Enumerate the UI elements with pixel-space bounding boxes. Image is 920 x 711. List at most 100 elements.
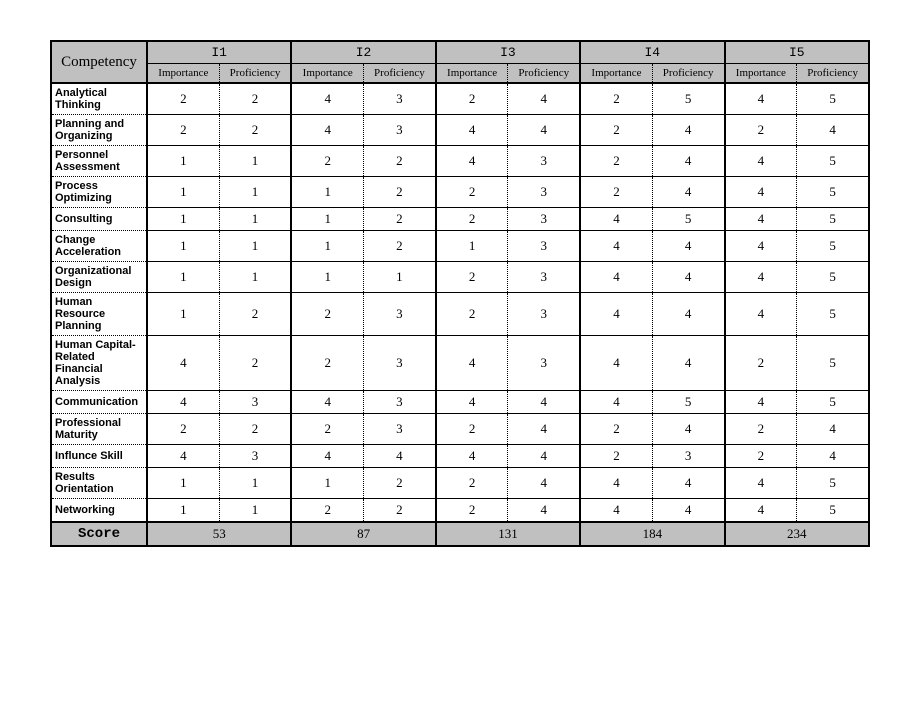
cell-value: 2 bbox=[725, 414, 797, 445]
header-i3-prof: Proficiency bbox=[508, 64, 580, 84]
table-row: Change Acceleration1112134445 bbox=[51, 231, 869, 262]
cell-value: 3 bbox=[364, 83, 436, 115]
cell-value: 2 bbox=[364, 468, 436, 499]
cell-value: 2 bbox=[364, 499, 436, 523]
competency-name: Communication bbox=[51, 391, 147, 414]
cell-value: 2 bbox=[219, 115, 291, 146]
cell-value: 4 bbox=[508, 391, 580, 414]
cell-value: 1 bbox=[291, 468, 363, 499]
table-row: Human Resource Planning1223234445 bbox=[51, 293, 869, 336]
cell-value: 4 bbox=[580, 499, 652, 523]
cell-value: 2 bbox=[364, 177, 436, 208]
cell-value: 2 bbox=[364, 208, 436, 231]
cell-value: 1 bbox=[219, 231, 291, 262]
cell-value: 1 bbox=[219, 468, 291, 499]
cell-value: 4 bbox=[797, 414, 869, 445]
header-i2-prof: Proficiency bbox=[364, 64, 436, 84]
cell-value: 2 bbox=[436, 414, 508, 445]
competency-name: Professional Maturity bbox=[51, 414, 147, 445]
cell-value: 4 bbox=[508, 499, 580, 523]
cell-value: 3 bbox=[508, 262, 580, 293]
cell-value: 1 bbox=[147, 293, 219, 336]
cell-value: 1 bbox=[219, 146, 291, 177]
cell-value: 3 bbox=[364, 336, 436, 391]
competency-name: Networking bbox=[51, 499, 147, 523]
cell-value: 4 bbox=[291, 445, 363, 468]
cell-value: 4 bbox=[652, 293, 724, 336]
score-i1: 53 bbox=[147, 522, 291, 546]
cell-value: 4 bbox=[725, 208, 797, 231]
cell-value: 3 bbox=[508, 336, 580, 391]
competency-name: Influnce Skill bbox=[51, 445, 147, 468]
cell-value: 1 bbox=[291, 208, 363, 231]
table-row: Planning and Organizing2243442424 bbox=[51, 115, 869, 146]
cell-value: 2 bbox=[364, 231, 436, 262]
table-row: Results Orientation1112244445 bbox=[51, 468, 869, 499]
cell-value: 4 bbox=[147, 391, 219, 414]
cell-value: 5 bbox=[797, 391, 869, 414]
cell-value: 3 bbox=[364, 391, 436, 414]
table-row: Organizational Design1111234445 bbox=[51, 262, 869, 293]
cell-value: 4 bbox=[508, 115, 580, 146]
cell-value: 4 bbox=[508, 83, 580, 115]
cell-value: 2 bbox=[219, 293, 291, 336]
score-i3: 131 bbox=[436, 522, 580, 546]
header-i5-prof: Proficiency bbox=[797, 64, 869, 84]
cell-value: 3 bbox=[364, 293, 436, 336]
cell-value: 2 bbox=[219, 83, 291, 115]
table-header: Competency I1 I2 I3 I4 I5 Importance Pro… bbox=[51, 41, 869, 83]
cell-value: 3 bbox=[508, 293, 580, 336]
cell-value: 2 bbox=[364, 146, 436, 177]
cell-value: 4 bbox=[436, 445, 508, 468]
competency-name: Results Orientation bbox=[51, 468, 147, 499]
cell-value: 5 bbox=[652, 208, 724, 231]
table-row: Consulting1112234545 bbox=[51, 208, 869, 231]
score-i2: 87 bbox=[291, 522, 435, 546]
cell-value: 2 bbox=[291, 414, 363, 445]
cell-value: 2 bbox=[580, 445, 652, 468]
cell-value: 4 bbox=[652, 262, 724, 293]
cell-value: 4 bbox=[508, 445, 580, 468]
cell-value: 3 bbox=[652, 445, 724, 468]
cell-value: 1 bbox=[147, 262, 219, 293]
table-row: Communication4343444545 bbox=[51, 391, 869, 414]
cell-value: 1 bbox=[219, 499, 291, 523]
table-body: Analytical Thinking2243242545Planning an… bbox=[51, 83, 869, 522]
cell-value: 1 bbox=[364, 262, 436, 293]
competency-table: Competency I1 I2 I3 I4 I5 Importance Pro… bbox=[50, 40, 870, 547]
cell-value: 2 bbox=[291, 293, 363, 336]
cell-value: 4 bbox=[580, 231, 652, 262]
cell-value: 5 bbox=[652, 83, 724, 115]
cell-value: 3 bbox=[364, 115, 436, 146]
cell-value: 4 bbox=[436, 115, 508, 146]
cell-value: 4 bbox=[436, 146, 508, 177]
competency-name: Process Optimizing bbox=[51, 177, 147, 208]
cell-value: 2 bbox=[725, 336, 797, 391]
cell-value: 2 bbox=[291, 499, 363, 523]
header-group-i3: I3 bbox=[436, 41, 580, 64]
cell-value: 1 bbox=[219, 208, 291, 231]
cell-value: 4 bbox=[725, 391, 797, 414]
header-i4-prof: Proficiency bbox=[652, 64, 724, 84]
cell-value: 2 bbox=[436, 499, 508, 523]
header-group-i2: I2 bbox=[291, 41, 435, 64]
cell-value: 2 bbox=[147, 414, 219, 445]
cell-value: 4 bbox=[508, 414, 580, 445]
header-group-i1: I1 bbox=[147, 41, 291, 64]
cell-value: 2 bbox=[436, 177, 508, 208]
cell-value: 5 bbox=[797, 177, 869, 208]
cell-value: 1 bbox=[147, 499, 219, 523]
cell-value: 2 bbox=[580, 115, 652, 146]
table-row: Professional Maturity2223242424 bbox=[51, 414, 869, 445]
competency-name: Human Resource Planning bbox=[51, 293, 147, 336]
header-competency: Competency bbox=[51, 41, 147, 83]
cell-value: 3 bbox=[219, 445, 291, 468]
cell-value: 1 bbox=[147, 231, 219, 262]
cell-value: 5 bbox=[797, 336, 869, 391]
cell-value: 2 bbox=[725, 445, 797, 468]
cell-value: 2 bbox=[580, 414, 652, 445]
cell-value: 4 bbox=[436, 336, 508, 391]
cell-value: 2 bbox=[436, 83, 508, 115]
cell-value: 4 bbox=[147, 445, 219, 468]
cell-value: 1 bbox=[147, 177, 219, 208]
